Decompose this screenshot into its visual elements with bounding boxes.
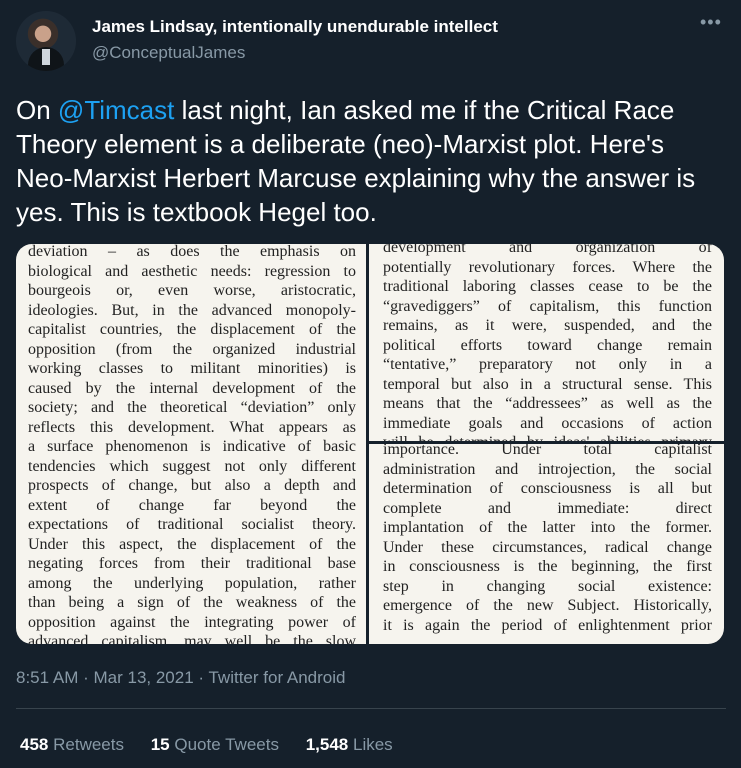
page-text-line: negating forces from their traditional b… — [28, 555, 356, 572]
page-text-line: prospects of change, but also a depth an… — [28, 477, 356, 494]
avatar-shirt — [42, 49, 50, 65]
page-text-line: advanced capitalism, may well be the slo… — [28, 633, 356, 644]
page-text-line: importance. Under total capitalist — [383, 444, 712, 458]
page-text-line: emergence of the new Subject. Historical… — [383, 597, 712, 614]
tweet-media-image[interactable]: deviation – as does the emphasis on biolo… — [16, 244, 724, 644]
page-text-line: working classes to militant minorities) … — [28, 360, 356, 377]
book-page-left: deviation – as does the emphasis on biolo… — [16, 244, 366, 644]
page-text-line: expectations of traditional socialist th… — [28, 516, 356, 533]
page-text-line: will be determined by ideas' abilities p… — [383, 433, 712, 441]
divider — [16, 708, 726, 709]
page-text-line: bourgeois or, even worse, aristocratic, — [28, 282, 356, 299]
book-page-right-top: development and organization of potential… — [369, 244, 724, 441]
page-text-line: traditional laboring classes cease to be… — [383, 278, 712, 295]
page-text-line: means that the “addressees” as well as t… — [383, 395, 712, 412]
page-text-line: remains, as it were, suspended, and the — [383, 317, 712, 334]
page-text-line: ideologies. But, in the advanced monopol… — [28, 301, 356, 319]
page-text-line: biological and aesthetic needs: regressi… — [28, 262, 356, 280]
tweet-text: On @Timcast last night, Ian asked me if … — [16, 93, 726, 229]
likes-count: 1,548 — [305, 735, 349, 754]
mention-link[interactable]: @Timcast — [58, 95, 174, 125]
display-name[interactable]: James Lindsay, intentionally unendurable… — [92, 17, 498, 37]
page-text-line: tendencies which suggest not only differ… — [28, 457, 356, 475]
page-text-line: step in changing social existence: — [383, 577, 712, 595]
tweet-source[interactable]: Twitter for Android — [208, 668, 345, 687]
quote-tweets-label: Quote Tweets — [174, 735, 279, 754]
page-text-line: implantation of the latter into the form… — [383, 519, 712, 536]
page-text-line: than being a sign of the weakness of the — [28, 594, 356, 611]
page-text-line: Under this aspect, the displacement of t… — [28, 535, 356, 553]
page-text-line: society; and the theoretical “deviation”… — [28, 399, 356, 416]
avatar[interactable] — [16, 11, 76, 71]
page-text-line: extent of change far beyond the — [28, 496, 356, 514]
book-page-right-bottom: importance. Under total capitalist admini… — [369, 444, 724, 644]
likes-stat[interactable]: 1,548 Likes — [306, 735, 393, 754]
meta-separator: · — [193, 668, 209, 687]
page-text-line: deviation – as does the emphasis on — [28, 244, 356, 260]
likes-label: Likes — [352, 735, 393, 754]
retweets-count: 458 — [20, 735, 49, 754]
page-text-line: in consciousness is the beginning, the f… — [383, 558, 712, 575]
retweets-stat[interactable]: 458 Retweets — [20, 735, 124, 754]
page-text-line: immediate goals and occasions of action — [383, 414, 712, 432]
page-text-line: “tentative,” preparatory not only in a — [383, 356, 712, 373]
page-text-line: capitalist countries, the displacement o… — [28, 321, 356, 338]
meta-separator: · — [78, 668, 94, 687]
page-text-line: opposition against the integrating power… — [28, 613, 356, 631]
tweet-date[interactable]: Mar 13, 2021 — [93, 668, 193, 687]
page-text-line: potentially revolutionary forces. Where … — [383, 258, 712, 276]
page-text-line: development and organization of — [383, 244, 712, 256]
page-text-line: Under these circumstances, radical chang… — [383, 538, 712, 556]
tweet-time[interactable]: 8:51 AM — [16, 668, 78, 687]
tweet-metadata: 8:51 AM · Mar 13, 2021 · Twitter for And… — [16, 668, 346, 688]
more-horizontal-icon[interactable]: ••• — [700, 12, 722, 33]
quote-tweets-count: 15 — [150, 735, 170, 754]
page-text-line: reflects this development. What appears … — [28, 418, 356, 436]
retweets-label: Retweets — [53, 735, 124, 754]
page-text-line: opposition (from the organized industria… — [28, 340, 356, 358]
page-text-line: temporal but also in a structural sense.… — [383, 375, 712, 393]
quote-tweets-stat[interactable]: 15 Quote Tweets — [151, 735, 279, 754]
page-text-line: administration and introjection, the soc… — [383, 460, 712, 478]
page-text-line: a surface phenomenon is indicative of ba… — [28, 438, 356, 455]
page-text-line: it is again the period of enlightenment … — [383, 616, 712, 634]
page-text-line: political efforts toward change remain — [383, 336, 712, 354]
page-text-line: determination of consciousness is all bu… — [383, 480, 712, 497]
user-handle[interactable]: @ConceptualJames — [92, 43, 245, 63]
page-text-line: “gravediggers” of capitalism, this funct… — [383, 297, 712, 315]
engagement-stats: 458 Retweets 15 Quote Tweets 1,548 Likes — [20, 735, 415, 755]
page-text-line: among the underlying population, rather — [28, 574, 356, 592]
page-text-line: caused by the internal development of th… — [28, 379, 356, 397]
page-text-line: complete and immediate: direct — [383, 499, 712, 517]
tweet-prefix: On — [16, 95, 58, 125]
